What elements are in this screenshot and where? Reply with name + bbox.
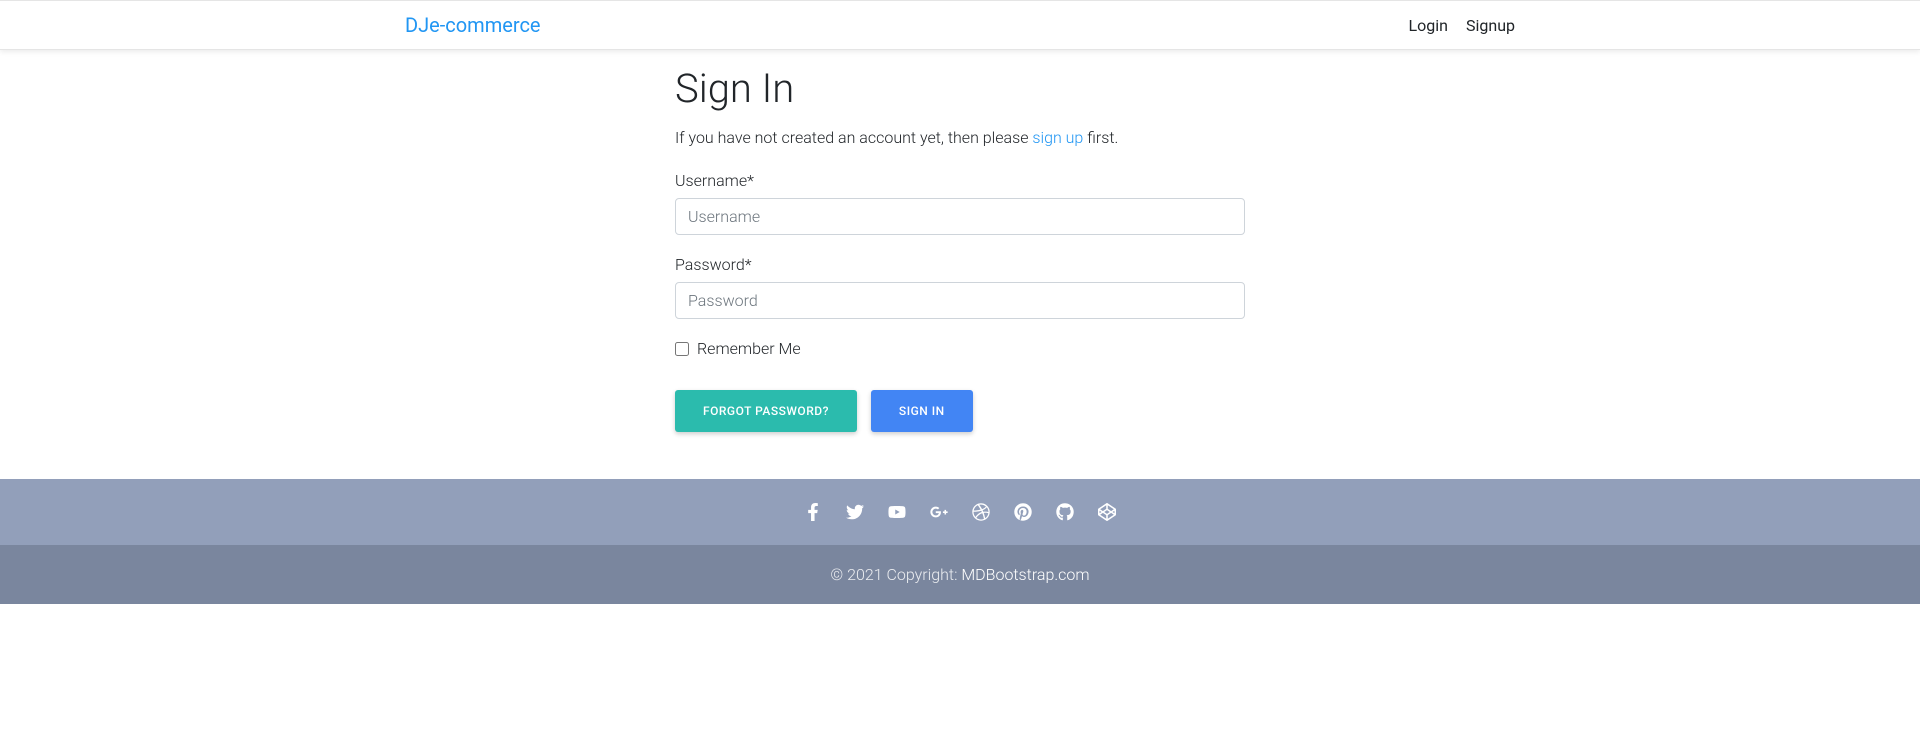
- codepen-icon[interactable]: [1098, 503, 1116, 521]
- signin-form: Sign In If you have not created an accou…: [675, 65, 1245, 432]
- dribbble-icon[interactable]: [972, 503, 990, 521]
- navbar: DJe-commerce Login Signup: [0, 0, 1920, 50]
- login-link[interactable]: Login: [1409, 16, 1448, 35]
- forgot-password-button[interactable]: Forgot Password?: [675, 390, 857, 432]
- footer-copyright: © 2021 Copyright: MDBootstrap.com: [0, 545, 1920, 604]
- subtitle-suffix: first.: [1083, 128, 1118, 147]
- twitter-icon[interactable]: [846, 503, 864, 521]
- youtube-icon[interactable]: [888, 503, 906, 521]
- facebook-icon[interactable]: [804, 503, 822, 521]
- main-content: Sign In If you have not created an accou…: [390, 50, 1530, 447]
- brand-link[interactable]: DJe-commerce: [405, 13, 541, 37]
- signup-link[interactable]: Signup: [1466, 16, 1515, 35]
- signin-button[interactable]: Sign In: [871, 390, 973, 432]
- password-group: Password*: [675, 255, 1245, 319]
- subtitle: If you have not created an account yet, …: [675, 128, 1245, 147]
- remember-group: Remember Me: [675, 339, 1245, 358]
- page-title: Sign In: [675, 65, 1245, 112]
- signup-inline-link[interactable]: sign up: [1032, 128, 1083, 147]
- github-icon[interactable]: [1056, 503, 1074, 521]
- pinterest-icon[interactable]: [1014, 503, 1032, 521]
- remember-label: Remember Me: [697, 339, 801, 358]
- password-input[interactable]: [675, 282, 1245, 319]
- nav-links: Login Signup: [1409, 16, 1515, 35]
- google-plus-icon[interactable]: [930, 503, 948, 521]
- password-label: Password*: [675, 255, 1245, 274]
- remember-checkbox[interactable]: [675, 342, 689, 356]
- subtitle-prefix: If you have not created an account yet, …: [675, 128, 1032, 147]
- copyright-link[interactable]: MDBootstrap.com: [961, 565, 1089, 584]
- username-group: Username*: [675, 171, 1245, 235]
- copyright-prefix: © 2021 Copyright:: [830, 565, 961, 584]
- button-group: Forgot Password? Sign In: [675, 390, 1245, 432]
- username-label: Username*: [675, 171, 1245, 190]
- username-input[interactable]: [675, 198, 1245, 235]
- footer-social: [0, 479, 1920, 545]
